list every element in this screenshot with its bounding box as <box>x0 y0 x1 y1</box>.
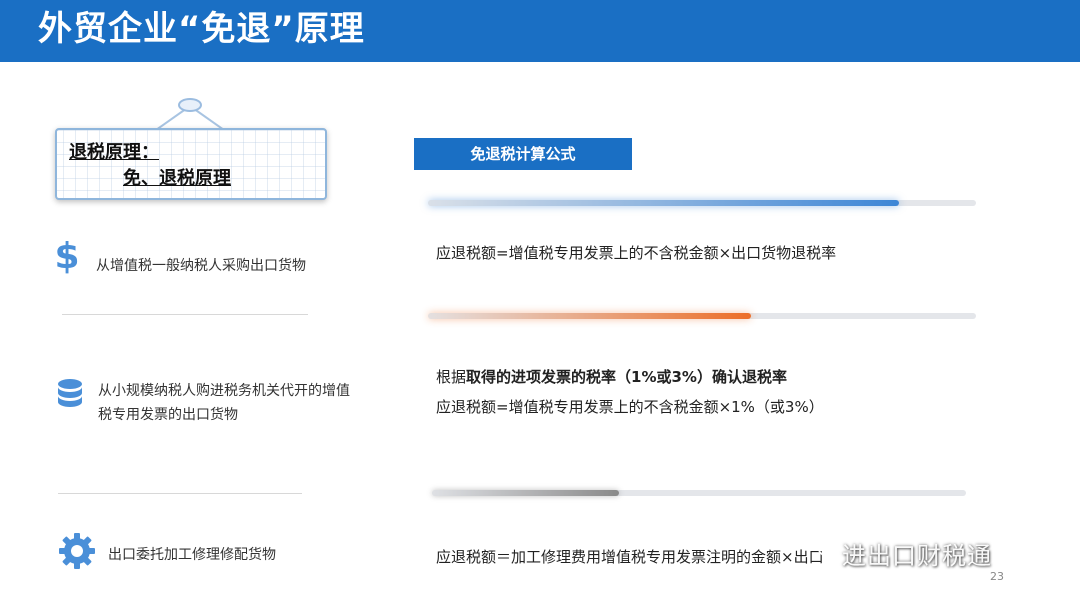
formula-3: 应退税额＝加工修理费用增值税专用发票注明的金额×出口 <box>436 548 824 566</box>
watermark: 进出口财税通 <box>842 542 992 570</box>
formula-2-prefix: 根据 <box>436 368 467 386</box>
principle-sign: 退税原理： 免、退税原理 <box>55 128 327 200</box>
formula-2-heading: 根据取得的进项发票的税率（1%或3%）确认退税率 <box>436 366 787 388</box>
divider <box>58 493 302 494</box>
sign-subtitle: 免、退税原理 <box>123 168 231 189</box>
list-item-line: 从小规模纳税人购进税务机关代开的增值 <box>98 383 350 399</box>
sign-title: 退税原理： <box>69 142 159 163</box>
page-number: 23 <box>990 570 1004 583</box>
sign-hanger-icon <box>155 98 225 131</box>
list-item: 从小规模纳税人购进税务机关代开的增值 税专用发票的出口货物 <box>98 379 350 427</box>
header-bar: 外贸企业“免退”原理 <box>0 0 1080 62</box>
list-item: 出口委托加工修理修配货物 <box>108 547 276 563</box>
svg-text:$: $ <box>56 236 78 274</box>
wechat-icon <box>818 541 844 561</box>
progress-bar-1 <box>428 200 976 206</box>
progress-fill-3 <box>432 490 619 496</box>
formula-tag: 免退税计算公式 <box>414 138 632 170</box>
formula-1: 应退税额=增值税专用发票上的不含税金额×出口货物退税率 <box>436 244 837 262</box>
formula-2-bold: 取得的进项发票的税率（1%或3%）确认退税率 <box>466 368 787 386</box>
dollar-icon: $ <box>56 236 78 274</box>
gear-icon <box>59 533 95 569</box>
page-title: 外贸企业“免退”原理 <box>38 9 365 49</box>
progress-fill-2 <box>428 313 752 319</box>
list-item: 从增值税一般纳税人采购出口货物 <box>96 258 306 274</box>
database-icon <box>58 379 82 407</box>
divider <box>62 314 308 315</box>
progress-bar-2 <box>428 313 976 319</box>
list-item-line: 税专用发票的出口货物 <box>98 407 238 423</box>
formula-2: 应退税额=增值税专用发票上的不含税金额×1%（或3%） <box>436 398 824 416</box>
progress-bar-3 <box>432 490 966 496</box>
progress-fill-1 <box>428 200 900 206</box>
